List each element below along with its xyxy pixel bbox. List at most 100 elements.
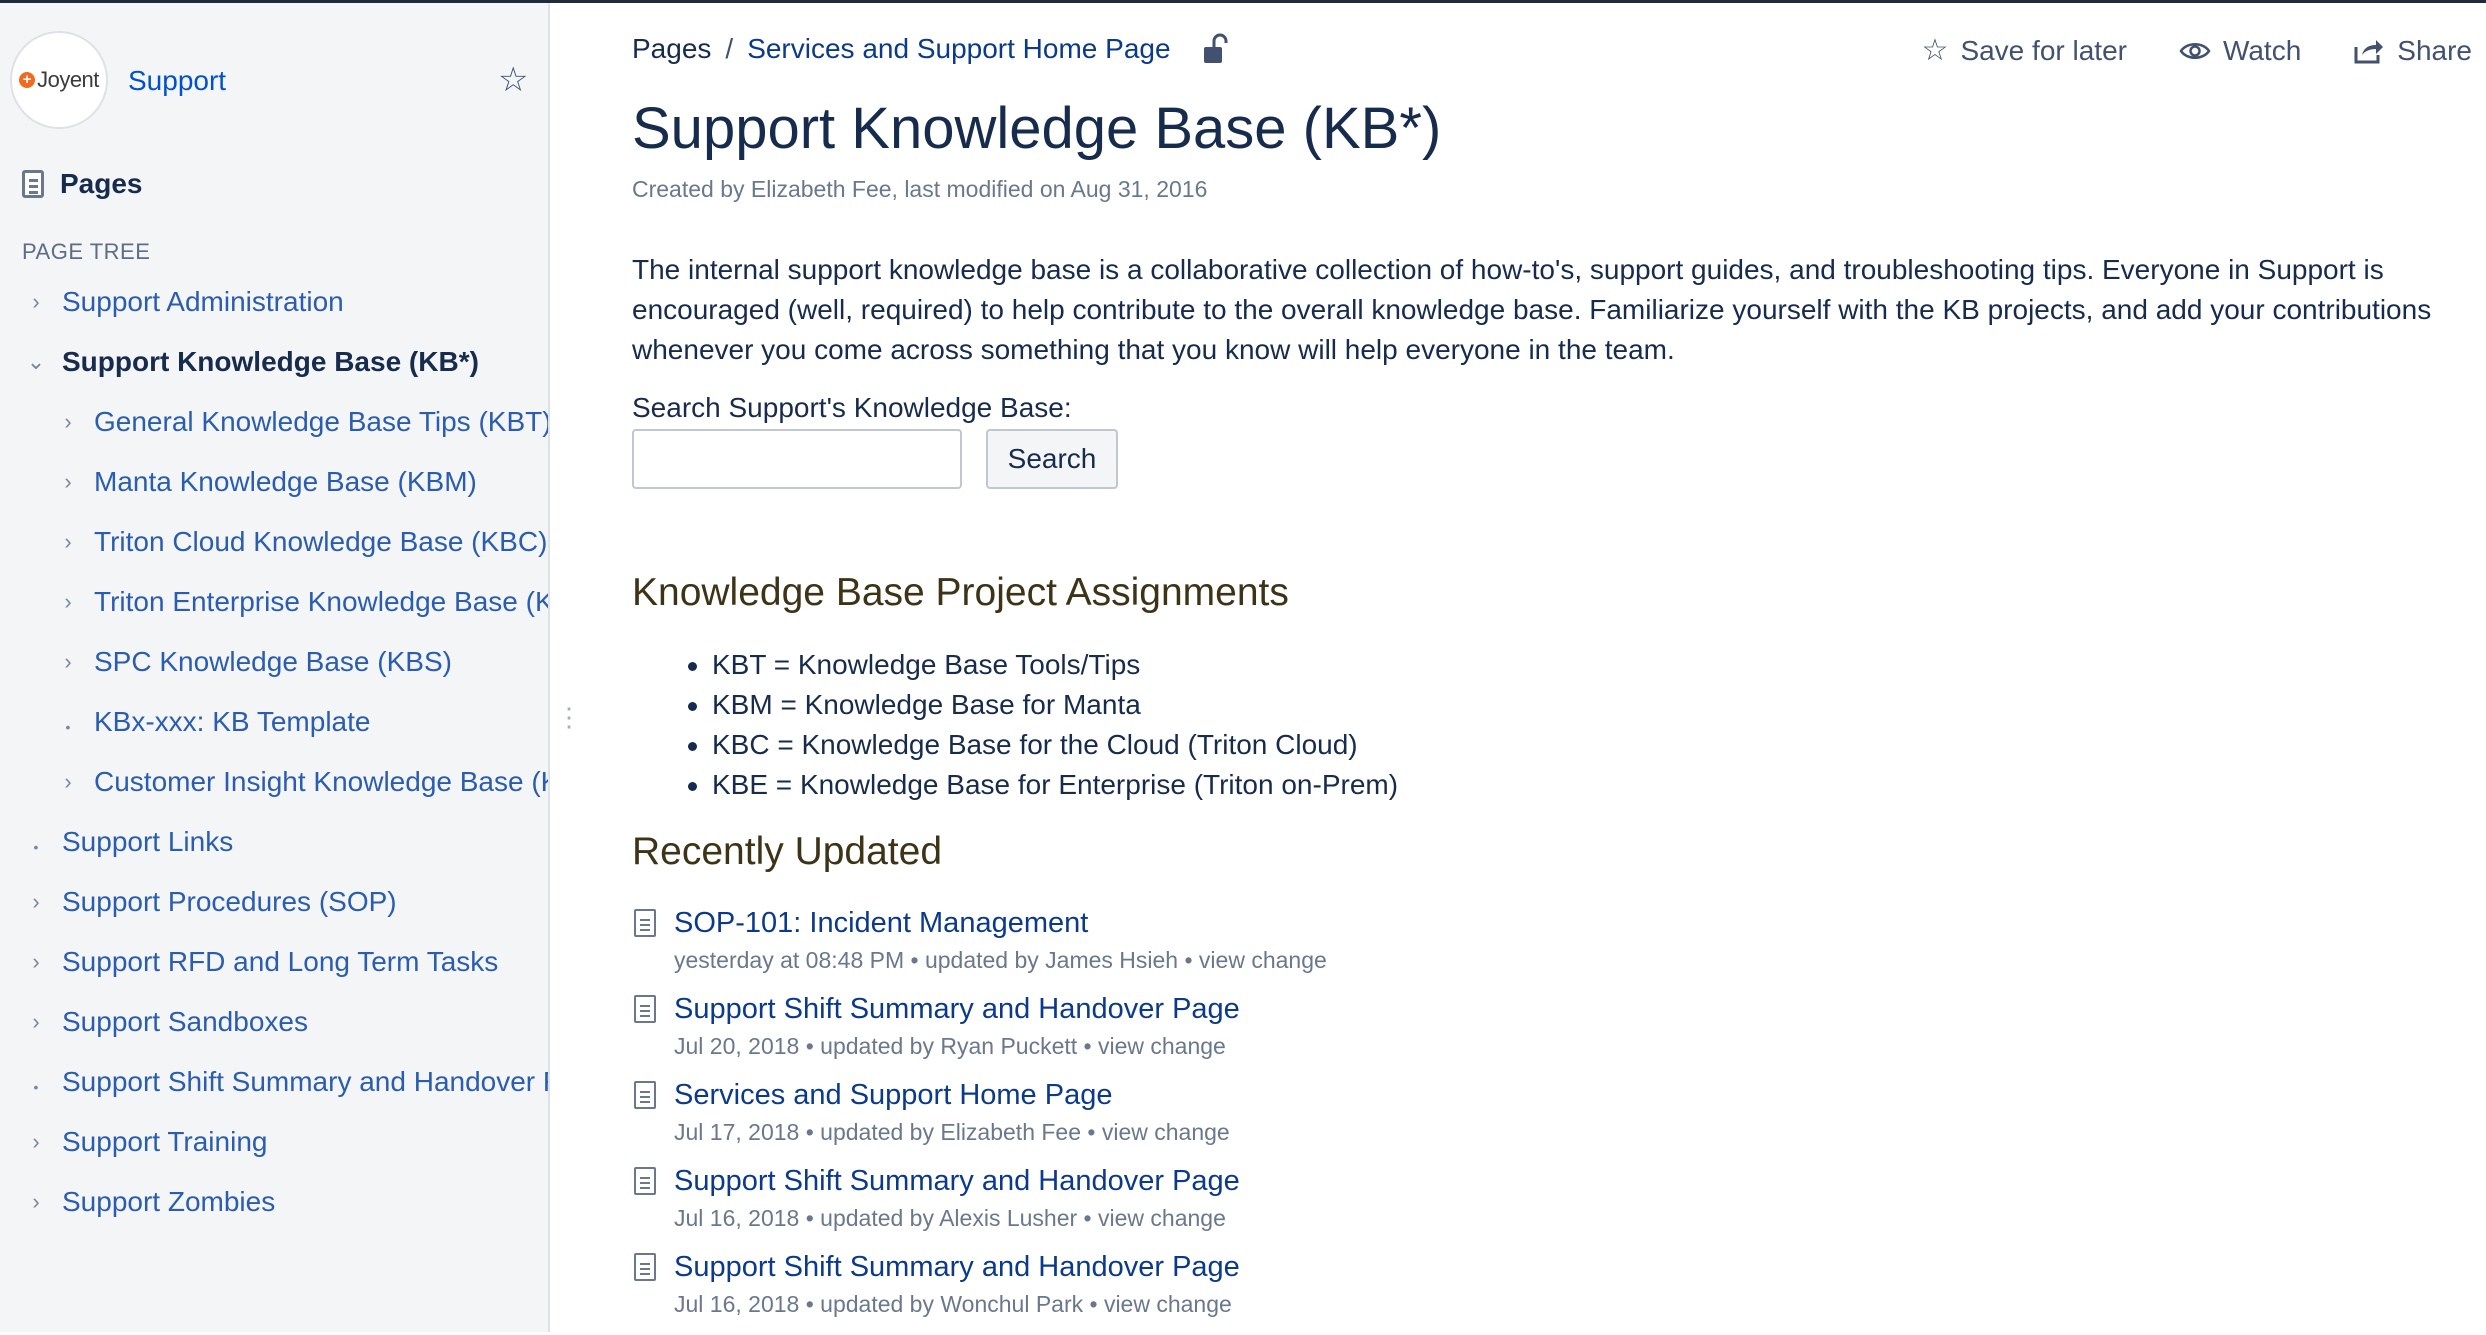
tree-item-label[interactable]: Support Training <box>62 1126 267 1158</box>
tree-item-label[interactable]: KBx-xxx: KB Template <box>94 706 370 738</box>
sidebar-pages-link[interactable]: Pages <box>22 166 143 202</box>
assignments-list: KBT = Knowledge Base Tools/Tips KBM = Kn… <box>688 645 1398 805</box>
watch-button[interactable]: Watch <box>2179 33 2301 68</box>
chevron-right-icon[interactable]: › <box>58 411 78 433</box>
tree-item[interactable]: › Support RFD and Long Term Tasks <box>0 938 548 998</box>
share-button[interactable]: Share <box>2353 33 2472 68</box>
document-icon <box>634 995 656 1023</box>
space-logo[interactable]: + Joyent <box>10 31 108 129</box>
share-label: Share <box>2397 34 2472 66</box>
sidebar: + Joyent Support ☆ Pages PAGE TREE › Supp… <box>0 3 550 1332</box>
page-actions: ☆ Save for later Watch Share <box>1870 33 2472 68</box>
kb-search-input[interactable] <box>632 429 962 489</box>
chevron-down-icon[interactable]: ⌄ <box>26 351 46 373</box>
tree-item[interactable]: › Support Administration <box>0 278 548 338</box>
tree-item-label[interactable]: Triton Cloud Knowledge Base (KBC) <box>94 526 547 558</box>
chevron-right-icon[interactable]: › <box>58 471 78 493</box>
tree-item-label[interactable]: Triton Enterprise Knowledge Base (K <box>94 586 548 618</box>
chevron-right-icon[interactable]: › <box>26 891 46 913</box>
tree-item-label[interactable]: SPC Knowledge Base (KBS) <box>94 646 452 678</box>
page-title: Support Knowledge Base (KB*) <box>632 96 1442 161</box>
assignments-heading: Knowledge Base Project Assignments <box>632 571 1289 614</box>
tree-item-label[interactable]: Support Sandboxes <box>62 1006 308 1038</box>
list-item: KBM = Knowledge Base for Manta <box>688 685 1398 725</box>
bullet-icon: • <box>33 839 39 855</box>
breadcrumb-separator: / <box>725 33 734 64</box>
document-icon <box>634 1081 656 1109</box>
update-meta: yesterday at 08:48 PM • updated by James… <box>674 947 1327 973</box>
document-icon <box>634 1253 656 1281</box>
update-title-link[interactable]: Support Shift Summary and Handover Page <box>674 1251 1240 1284</box>
chevron-right-icon[interactable]: › <box>26 1131 46 1153</box>
star-outline-icon: ☆ <box>1921 34 1949 67</box>
tree-item-label[interactable]: Support Shift Summary and Handover F <box>62 1066 548 1098</box>
sidebar-resize-handle[interactable]: ⋮ <box>556 704 582 730</box>
chevron-right-icon[interactable]: › <box>26 291 46 313</box>
tree-item[interactable]: • Support Links <box>0 818 548 878</box>
tree-item[interactable]: › Support Zombies <box>0 1178 548 1238</box>
search-label: Search Support's Knowledge Base: <box>632 392 1072 423</box>
tree-item[interactable]: › General Knowledge Base Tips (KBT) <box>0 398 548 458</box>
tree-item-label[interactable]: Support Knowledge Base (KB*) <box>62 346 479 378</box>
tree-item-label[interactable]: Support Administration <box>62 286 344 318</box>
tree-item-label[interactable]: Support Links <box>62 826 233 858</box>
eye-icon <box>2179 42 2211 59</box>
pages-icon <box>22 170 44 198</box>
chevron-right-icon[interactable]: › <box>26 1011 46 1033</box>
bullet-icon: • <box>65 719 71 735</box>
tree-item[interactable]: › Triton Enterprise Knowledge Base (K <box>0 578 548 638</box>
star-icon[interactable]: ☆ <box>498 63 528 97</box>
breadcrumb-pages-link[interactable]: Pages <box>632 33 711 64</box>
tree-item-label[interactable]: Support Procedures (SOP) <box>62 886 397 918</box>
search-button[interactable]: Search <box>986 429 1118 489</box>
page-tree-heading: PAGE TREE <box>22 239 151 264</box>
tree-item[interactable]: • KBx-xxx: KB Template <box>0 698 548 758</box>
tree-item[interactable]: › Manta Knowledge Base (KBM) <box>0 458 548 518</box>
pages-label: Pages <box>60 168 143 199</box>
chevron-right-icon[interactable]: › <box>58 591 78 613</box>
chevron-right-icon[interactable]: › <box>58 771 78 793</box>
tree-item[interactable]: › Customer Insight Knowledge Base (K <box>0 758 548 818</box>
tree-item-label[interactable]: Customer Insight Knowledge Base (K <box>94 766 548 798</box>
chevron-right-icon[interactable]: › <box>26 951 46 973</box>
tree-item-label[interactable]: General Knowledge Base Tips (KBT) <box>94 406 548 438</box>
update-meta: Jul 16, 2018 • updated by Wonchul Park •… <box>674 1291 1232 1317</box>
list-item: KBC = Knowledge Base for the Cloud (Trit… <box>688 725 1398 765</box>
tree-item[interactable]: › SPC Knowledge Base (KBS) <box>0 638 548 698</box>
update-meta: Jul 16, 2018 • updated by Alexis Lusher … <box>674 1205 1226 1231</box>
main-content: Pages / Services and Support Home Page ☆ S… <box>632 3 2472 1332</box>
tree-item[interactable]: ⌄ Support Knowledge Base (KB*) <box>0 338 548 398</box>
intro-paragraph: The internal support knowledge base is a… <box>632 254 2432 365</box>
update-title-link[interactable]: SOP-101: Incident Management <box>674 907 1088 940</box>
tree-item-label[interactable]: Support RFD and Long Term Tasks <box>62 946 498 978</box>
save-for-later-label: Save for later <box>1960 34 2127 66</box>
page-tree: › Support Administration ⌄ Support Knowledg… <box>0 278 548 1238</box>
update-title-link[interactable]: Support Shift Summary and Handover Page <box>674 993 1240 1026</box>
tree-item[interactable]: › Support Training <box>0 1118 548 1178</box>
space-logo-text: Joyent <box>37 67 99 92</box>
chevron-right-icon[interactable]: › <box>58 531 78 553</box>
update-meta: Jul 20, 2018 • updated by Ryan Puckett •… <box>674 1033 1226 1059</box>
tree-item-label[interactable]: Manta Knowledge Base (KBM) <box>94 466 477 498</box>
recently-updated-heading: Recently Updated <box>632 830 943 873</box>
bullet-icon: • <box>33 1079 39 1095</box>
page-byline: Created by Elizabeth Fee, last modified … <box>632 176 1208 202</box>
chevron-right-icon[interactable]: › <box>58 651 78 673</box>
update-title-link[interactable]: Support Shift Summary and Handover Page <box>674 1165 1240 1198</box>
unlocked-icon[interactable] <box>1202 33 1228 67</box>
breadcrumb-parent-link[interactable]: Services and Support Home Page <box>747 33 1170 64</box>
space-name-link[interactable]: Support <box>128 65 226 97</box>
watch-label: Watch <box>2222 34 2302 66</box>
update-title-link[interactable]: Services and Support Home Page <box>674 1079 1112 1112</box>
chevron-right-icon[interactable]: › <box>26 1191 46 1213</box>
tree-item[interactable]: › Support Procedures (SOP) <box>0 878 548 938</box>
update-meta: Jul 17, 2018 • updated by Elizabeth Fee … <box>674 1119 1230 1145</box>
list-item: KBT = Knowledge Base Tools/Tips <box>688 645 1398 685</box>
save-for-later-button[interactable]: ☆ Save for later <box>1922 33 2127 68</box>
list-item: KBE = Knowledge Base for Enterprise (Tri… <box>688 765 1398 805</box>
tree-item[interactable]: › Triton Cloud Knowledge Base (KBC) <box>0 518 548 578</box>
share-icon <box>2354 39 2384 63</box>
tree-item[interactable]: • Support Shift Summary and Handover F <box>0 1058 548 1118</box>
tree-item[interactable]: › Support Sandboxes <box>0 998 548 1058</box>
tree-item-label[interactable]: Support Zombies <box>62 1186 275 1218</box>
